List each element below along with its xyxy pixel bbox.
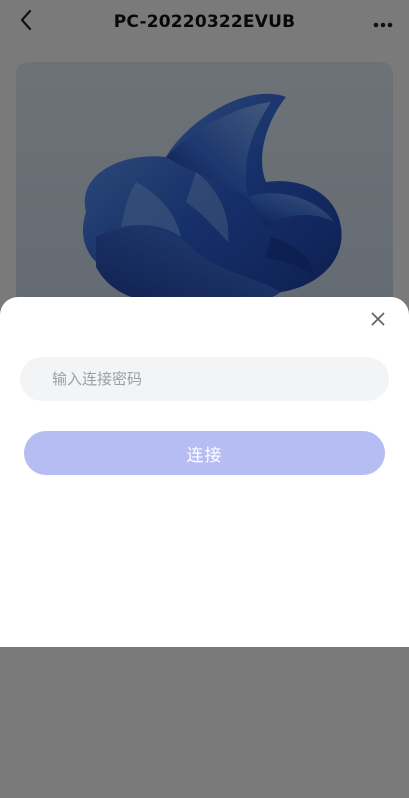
screen: PC-20220322EVUB [0,0,409,798]
password-input[interactable] [20,357,389,401]
password-dialog: 连接 [0,297,409,647]
close-icon [371,311,385,330]
connect-button[interactable]: 连接 [24,431,385,475]
close-button[interactable] [365,307,391,333]
